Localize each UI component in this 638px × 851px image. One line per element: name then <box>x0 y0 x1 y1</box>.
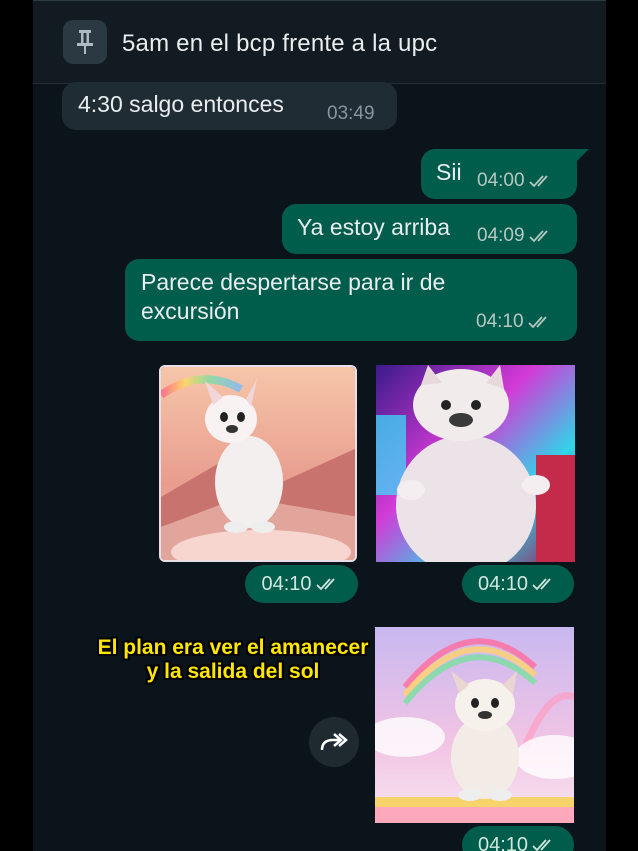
message-meta: 04:00 <box>477 170 555 192</box>
message-line: excursión <box>141 298 240 324</box>
overlay-caption: El plan era ver el amanecer y la salida … <box>33 636 433 684</box>
pinned-message-bar[interactable]: 5am en el bcp frente a la upc <box>33 0 606 84</box>
read-ticks-icon <box>315 578 335 591</box>
caption-line: El plan era ver el amanecer <box>97 636 369 659</box>
read-ticks-icon <box>532 578 551 591</box>
outgoing-message[interactable]: Parece despertarse para ir de excursión … <box>125 259 577 341</box>
image-time-badge: 04:10 <box>462 826 574 851</box>
image-time-badge: 04:10 <box>245 565 358 603</box>
forward-button[interactable] <box>309 717 359 767</box>
image-time: 04:10 <box>261 572 312 595</box>
read-ticks-icon <box>527 316 547 329</box>
message-meta: 04:10 <box>476 311 554 333</box>
image-time-badge: 04:10 <box>462 565 574 603</box>
image-time: 04:10 <box>477 833 529 851</box>
message-text: Ya estoy arriba <box>297 214 450 240</box>
message-time: 04:09 <box>477 225 525 246</box>
forward-icon <box>320 733 348 751</box>
outgoing-message[interactable]: Ya estoy arriba 04:09 <box>282 204 577 254</box>
image-time: 04:10 <box>477 572 529 595</box>
pin-icon <box>63 20 107 64</box>
message-time: 03:49 <box>327 103 375 124</box>
read-ticks-icon <box>528 230 548 243</box>
puppy-rainbow-sunset-image[interactable] <box>159 365 357 562</box>
message-text: 4:30 salgo entonces <box>78 91 284 117</box>
message-text: Sii <box>436 159 462 185</box>
message-time: 04:10 <box>476 311 524 332</box>
message-line: Parece despertarse para ir de <box>141 269 446 295</box>
outgoing-message[interactable]: Sii 04:00 <box>421 149 577 199</box>
incoming-message[interactable]: 4:30 salgo entonces 03:49 <box>62 82 397 130</box>
message-time: 04:00 <box>477 170 525 191</box>
pinned-message-text: 5am en el bcp frente a la upc <box>122 30 438 57</box>
caption-line: y la salida del sol <box>146 660 320 683</box>
read-ticks-icon <box>532 839 551 851</box>
message-text: Parece despertarse para ir de excursión <box>141 268 445 326</box>
bubble-tail <box>577 149 589 161</box>
chat-screen: 5am en el bcp frente a la upc 4:30 salgo… <box>33 0 606 851</box>
puppy-rainbow-clouds-image[interactable] <box>375 627 574 823</box>
puppy-neon-image[interactable] <box>376 365 575 562</box>
read-ticks-icon <box>528 175 548 188</box>
message-meta: 04:09 <box>477 225 555 247</box>
